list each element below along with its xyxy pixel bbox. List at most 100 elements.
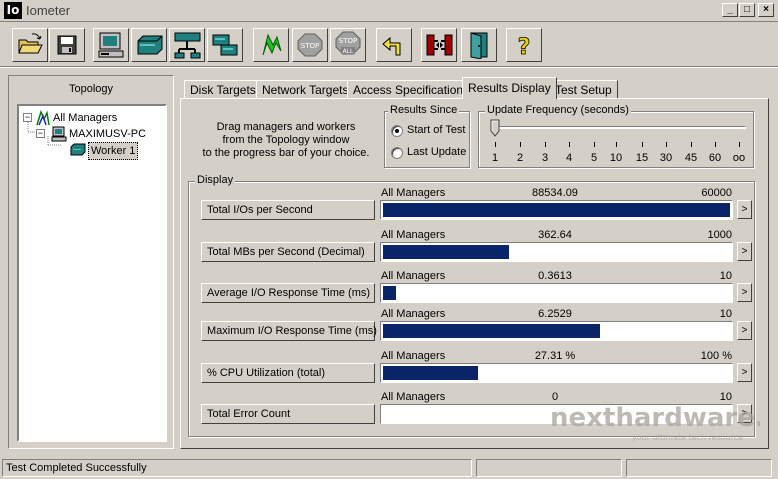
metric-expand-button[interactable]: >: [737, 242, 752, 261]
tree-node-label: MAXIMUSV-PC: [69, 128, 147, 140]
metric-progress-bar[interactable]: [380, 242, 733, 262]
frequency-tick-mark: [715, 142, 716, 147]
frequency-tick-label: 5: [590, 152, 598, 164]
status-cell-3: [626, 459, 772, 477]
metric-progress-bar[interactable]: [380, 321, 733, 341]
metric-source: All Managers: [381, 308, 446, 320]
metric-source: All Managers: [381, 350, 446, 362]
app-icon: Io: [4, 2, 22, 19]
floppy-disk-icon: [57, 35, 77, 55]
disconnect-button[interactable]: [421, 28, 457, 62]
results-since-title: Results Since: [388, 104, 460, 116]
tab-test-setup[interactable]: Test Setup: [549, 80, 618, 99]
metric-select-button[interactable]: Total MBs per Second (Decimal): [201, 242, 375, 262]
about-button[interactable]: ?: [506, 28, 542, 62]
frequency-tick-mark: [642, 142, 643, 147]
tree-node-label: All Managers: [53, 112, 118, 124]
frequency-tick-label: oo: [732, 152, 746, 164]
stop-sign-icon: STOP: [297, 33, 323, 57]
frequency-tick-label: 4: [565, 152, 573, 164]
topology-panel: Topology − All Managers − MAXIMUSV-PC Wo…: [8, 75, 174, 449]
computer-icon: [98, 32, 124, 58]
exit-button[interactable]: [461, 28, 497, 62]
metric-progress-fill: [383, 366, 478, 380]
status-text: Test Completed Successfully: [2, 459, 472, 477]
metric-select-button[interactable]: Average I/O Response Time (ms): [201, 283, 375, 303]
frequency-slider-thumb[interactable]: [490, 119, 500, 137]
metric-source: All Managers: [381, 270, 446, 282]
new-manager-button[interactable]: [93, 28, 129, 62]
metric-max: 10: [719, 391, 732, 403]
metric-expand-button[interactable]: >: [737, 283, 752, 302]
collapse-icon[interactable]: −: [36, 129, 45, 138]
metric-progress-bar[interactable]: [380, 200, 733, 220]
metric-expand-button[interactable]: >: [737, 363, 752, 382]
metric-source: All Managers: [381, 391, 446, 403]
network-worker-icon: [174, 32, 201, 59]
tree-node-label: Worker 1: [88, 142, 139, 160]
all-managers-icon: [36, 110, 50, 126]
status-cell-2: [476, 459, 622, 477]
metric-progress-fill: [383, 203, 730, 217]
open-folder-icon: [18, 33, 43, 54]
stop-all-button[interactable]: STOP ALL: [330, 28, 366, 62]
metric-max: 100 %: [700, 350, 732, 362]
metric-progress-bar[interactable]: [380, 404, 733, 424]
frequency-tick-mark: [739, 142, 740, 147]
metric-value: 362.64: [538, 229, 572, 241]
open-config-button[interactable]: [12, 28, 48, 62]
frequency-tick-label: 30: [659, 152, 673, 164]
display-title: Display: [195, 174, 236, 186]
frequency-tick-label: 2: [516, 152, 524, 164]
svg-text:STOP: STOP: [339, 37, 357, 45]
frequency-tick-mark: [691, 142, 692, 147]
duplicate-worker-button[interactable]: [207, 28, 243, 62]
collapse-icon[interactable]: −: [23, 113, 32, 122]
metric-select-button[interactable]: Maximum I/O Response Time (ms): [201, 321, 377, 341]
new-network-worker-button[interactable]: [169, 28, 205, 62]
frequency-tick-mark: [520, 142, 521, 147]
frequency-tick-mark: [666, 142, 667, 147]
disconnect-icon: [426, 34, 453, 56]
exit-door-icon: [470, 32, 488, 59]
metric-expand-button[interactable]: >: [737, 321, 752, 340]
minimize-button[interactable]: _: [722, 3, 738, 17]
status-bar: Test Completed Successfully: [0, 458, 778, 479]
maximize-button[interactable]: □: [739, 3, 755, 17]
metric-progress-bar[interactable]: [380, 363, 733, 383]
metric-select-button[interactable]: Total Error Count: [201, 404, 375, 424]
results-since-group: Results Since Start of Test Last Update: [384, 104, 470, 168]
frequency-tick-mark: [495, 142, 496, 147]
metric-progress-fill: [383, 324, 600, 338]
stop-test-button[interactable]: STOP: [292, 28, 328, 62]
radio-label: Last Update: [407, 146, 467, 158]
tab-access-specifications[interactable]: Access Specifications: [347, 80, 476, 99]
reset-arrow-icon: [382, 36, 401, 56]
close-button[interactable]: ×: [758, 3, 774, 17]
radio-start-of-test[interactable]: [391, 125, 403, 137]
instruction-line: to the progress bar of your choice.: [202, 147, 370, 159]
tab-disk-targets[interactable]: Disk Targets: [184, 80, 262, 99]
save-config-button[interactable]: [49, 28, 85, 62]
frequency-tick-mark: [594, 142, 595, 147]
metric-value: 88534.09: [532, 187, 578, 199]
metric-progress-bar[interactable]: [380, 283, 733, 303]
reset-workers-button[interactable]: [376, 28, 412, 62]
metric-expand-button[interactable]: >: [737, 404, 752, 423]
metric-select-button[interactable]: % CPU Utilization (total): [201, 363, 375, 383]
tab-network-targets[interactable]: Network Targets: [256, 80, 355, 99]
instruction-line: from the Topology window: [222, 134, 350, 146]
radio-label: Start of Test: [407, 124, 466, 136]
start-tests-button[interactable]: [253, 28, 289, 62]
metric-source: All Managers: [381, 229, 446, 241]
radio-last-update[interactable]: [391, 147, 403, 159]
window-title: Iometer: [26, 3, 71, 18]
tab-results-display[interactable]: Results Display: [462, 77, 557, 99]
metric-select-button[interactable]: Total I/Os per Second: [201, 200, 375, 220]
drag-instructions: Drag managers and workers from the Topol…: [196, 121, 376, 160]
metric-expand-button[interactable]: >: [737, 200, 752, 219]
title-bar: Io Iometer _ □ ×: [0, 0, 778, 22]
new-disk-worker-button[interactable]: [131, 28, 167, 62]
frequency-slider-track[interactable]: [494, 126, 746, 129]
frequency-tick-mark: [569, 142, 570, 147]
